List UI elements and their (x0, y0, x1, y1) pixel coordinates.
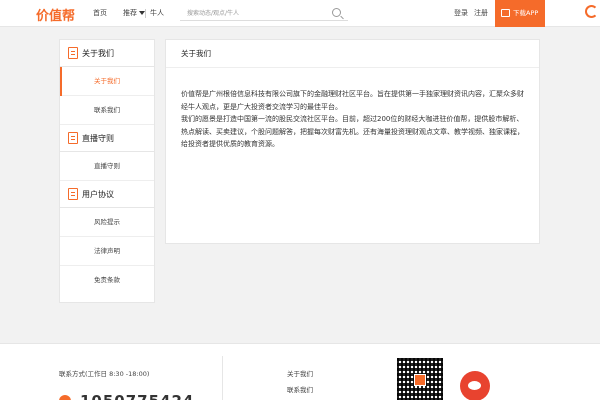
sidebar-section-title: 关于我们 (82, 49, 114, 58)
vision-paragraph: 我们的愿景是打造中国第一流的股民交流社区平台。目前，超过200位的财经大咖进驻价… (181, 115, 524, 148)
page-title: 关于我们 (166, 40, 539, 68)
sidebar-item-live-rules[interactable]: 直播守则 (60, 152, 154, 181)
contact-hours: 联系方式(工作日 8:30 -18:00) (59, 370, 150, 378)
site-logo[interactable]: 价值帮 (36, 5, 75, 24)
nav-niuren[interactable]: 牛人 (150, 0, 164, 27)
sidebar-item-legal-statement[interactable]: 法律声明 (60, 237, 154, 266)
content-panel: 关于我们 价值帮是广州根倍信息科技有限公司旗下的金融理财社区平台。旨在提供第一手… (165, 39, 540, 244)
intro-paragraph: 价值帮是广州根倍信息科技有限公司旗下的金融理财社区平台。旨在提供第一手独家理财资… (181, 90, 524, 111)
content-body: 价值帮是广州根倍信息科技有限公司旗下的金融理财社区平台。旨在提供第一手独家理财资… (166, 68, 539, 151)
phone-number: 1050775424 (80, 392, 194, 400)
footer: 联系方式(工作日 8:30 -18:00) 1050775424 关于我们 联系… (0, 343, 600, 400)
download-app-button[interactable]: 下载APP (495, 0, 545, 27)
register-link[interactable]: 注册 (474, 0, 488, 27)
login-link[interactable]: 登录 (454, 0, 468, 27)
loading-icon (585, 5, 598, 18)
sidebar-section-about: 关于我们 (60, 40, 154, 67)
phone-icon (59, 395, 71, 400)
weibo-icon[interactable] (460, 371, 490, 400)
sidebar-section-user-agreement: 用户协议 (60, 181, 154, 208)
footer-link-about[interactable]: 关于我们 (287, 368, 313, 378)
nav-recommend-label: 推荐 (123, 9, 137, 17)
document-icon (68, 188, 78, 200)
nav-divider (145, 9, 146, 18)
sidebar-section-title: 直播守则 (82, 134, 114, 143)
sidebar-item-about-us[interactable]: 关于我们 (60, 67, 154, 96)
sidebar-item-contact-us[interactable]: 联系我们 (60, 96, 154, 125)
search-box (180, 6, 348, 21)
phone-download-icon (501, 9, 510, 17)
sidebar-section-live-rules: 直播守则 (60, 125, 154, 152)
sidebar-section-title: 用户协议 (82, 190, 114, 199)
sidebar: 关于我们 关于我们 联系我们 直播守则 直播守则 用户协议 风险提示 法律声明 … (59, 39, 155, 303)
top-navigation-bar: 价值帮 首页 推荐 牛人 登录 注册 下载APP (0, 0, 600, 27)
sidebar-item-disclaimer[interactable]: 免责条款 (60, 266, 154, 295)
document-icon (68, 132, 78, 144)
search-icon[interactable] (332, 8, 341, 17)
qr-logo-icon (414, 374, 426, 386)
nav-home[interactable]: 首页 (93, 0, 107, 27)
sidebar-item-risk-notice[interactable]: 风险提示 (60, 208, 154, 237)
nav-recommend[interactable]: 推荐 (123, 0, 145, 27)
footer-divider (222, 356, 223, 400)
document-icon (68, 47, 78, 59)
search-input[interactable] (180, 6, 320, 20)
footer-link-contact[interactable]: 联系我们 (287, 384, 313, 394)
download-app-label: 下载APP (513, 9, 539, 17)
